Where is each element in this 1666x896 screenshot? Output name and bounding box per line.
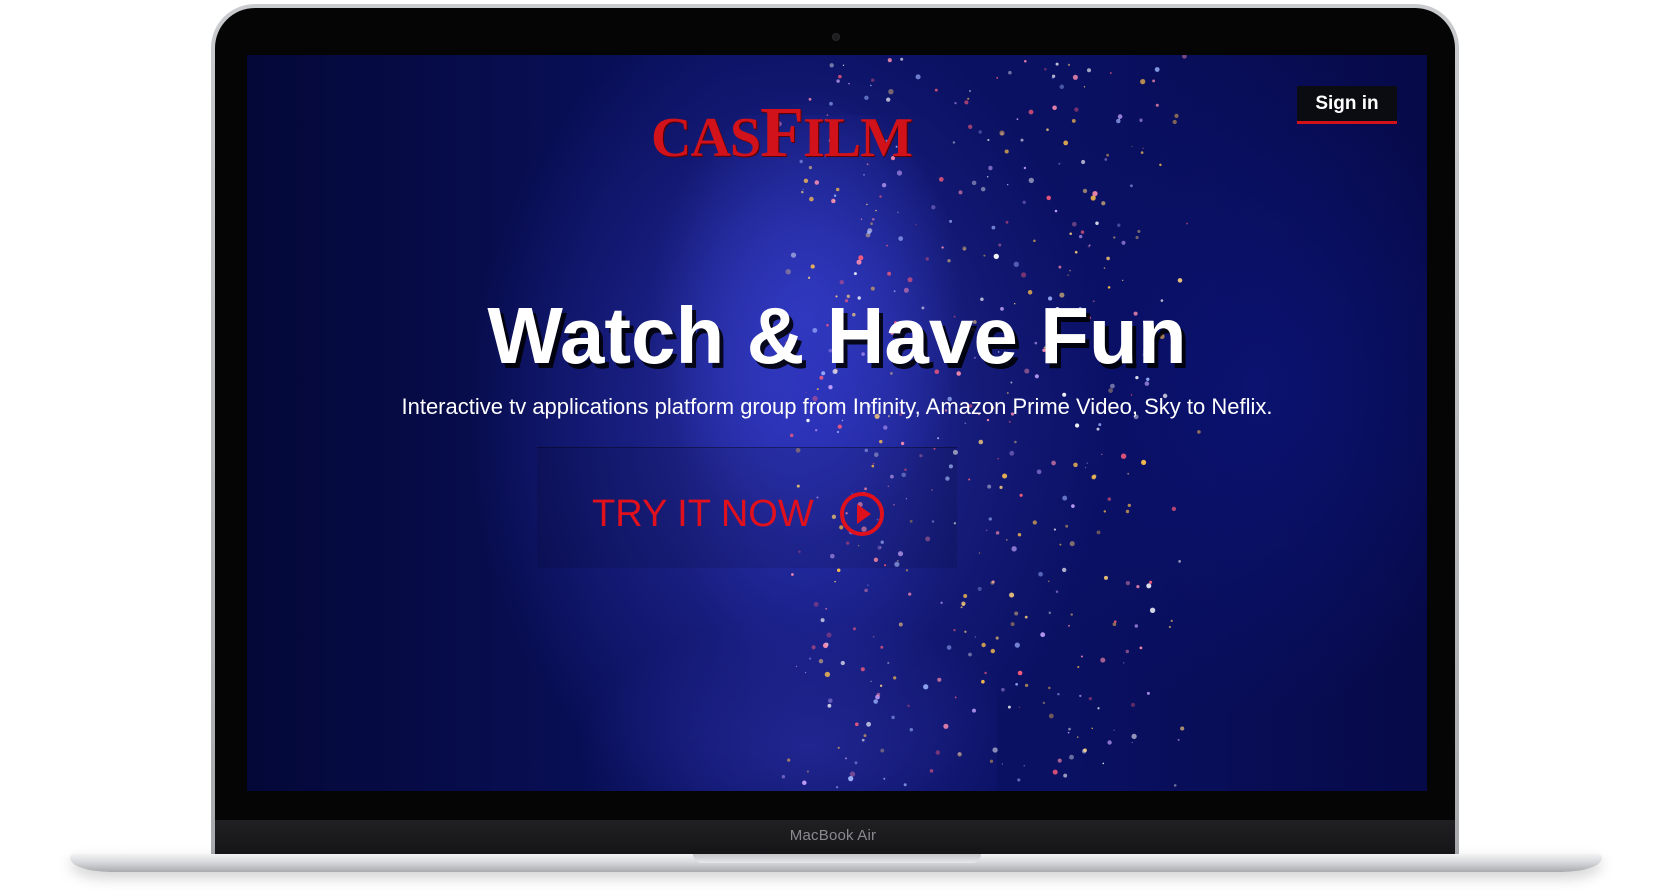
logo-text-cas: CAS: [651, 107, 761, 169]
play-circle-icon: [839, 492, 884, 536]
try-it-now-label: TRY IT NOW: [592, 492, 814, 535]
logo-text-f: F: [760, 92, 804, 172]
camera-icon: [832, 33, 840, 41]
castfilm-logo[interactable]: CASFILM: [651, 91, 921, 172]
logo-text-ilm: ILM: [803, 107, 913, 169]
sign-in-button[interactable]: Sign in: [1297, 86, 1397, 124]
device-label: MacBook Air: [789, 827, 877, 844]
laptop-notch: [693, 854, 981, 863]
try-it-now-button[interactable]: TRY IT NOW: [592, 483, 952, 545]
hero-subheadline: Interactive tv applications platform gro…: [401, 394, 1273, 419]
webpage-screen: CASFILM Sign in Watch & Have Fun Interac…: [247, 55, 1427, 791]
hero-headline: Watch & Have Fun: [487, 291, 1187, 380]
